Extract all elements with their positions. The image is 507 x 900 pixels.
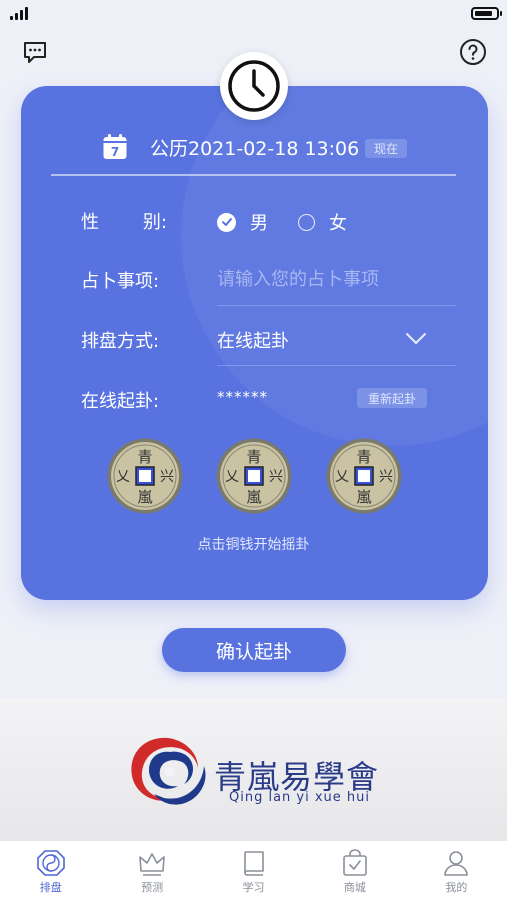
tab-shop[interactable]: 商城	[304, 841, 405, 900]
method-label: 排盘方式:	[81, 331, 160, 352]
svg-text:嵐: 嵐	[246, 488, 261, 506]
tab-label: 商城	[343, 881, 366, 894]
brand-banner[interactable]: 青嵐易學會 Qing lan yi xue hui	[0, 698, 507, 840]
user-icon	[444, 851, 469, 876]
svg-text:兴: 兴	[269, 469, 283, 485]
brand-logo-icon	[131, 737, 206, 805]
svg-text:青: 青	[356, 448, 371, 466]
now-button[interactable]: 现在	[365, 139, 407, 158]
clock-icon[interactable]	[220, 52, 288, 120]
coin-1[interactable]: 青 兴 嵐 乂	[106, 437, 184, 515]
throw-result: ******	[217, 388, 268, 406]
shopping-bag-icon	[343, 849, 367, 876]
tab-label: 学习	[242, 881, 265, 894]
checked-radio-icon	[217, 212, 236, 232]
tab-bar: 排盘 预测 学习 商城 我的	[0, 840, 507, 900]
svg-text:青: 青	[137, 448, 152, 466]
svg-text:嵐: 嵐	[137, 488, 152, 506]
date-row[interactable]: 7 公历2021-02-18 13:06	[102, 132, 359, 162]
tab-paipan[interactable]: 排盘	[0, 841, 101, 900]
matter-input[interactable]	[217, 266, 437, 292]
tab-learn[interactable]: 学习	[203, 841, 304, 900]
unchecked-radio-icon	[298, 213, 315, 231]
input-underline	[217, 305, 456, 306]
svg-text:嵐: 嵐	[356, 488, 371, 506]
coin-3[interactable]: 青 兴 嵐 乂	[325, 437, 403, 515]
tab-label: 我的	[445, 881, 468, 894]
online-label: 在线起卦:	[81, 391, 160, 412]
coin-2[interactable]: 青 兴 嵐 乂	[215, 437, 293, 515]
method-select[interactable]: 在线起卦	[217, 327, 289, 353]
tab-label: 排盘	[39, 881, 62, 894]
tab-predict[interactable]: 预测	[101, 841, 202, 900]
help-icon[interactable]	[459, 38, 487, 66]
paipan-icon	[36, 850, 65, 876]
gender-female-radio[interactable]: 女	[298, 209, 347, 235]
crown-icon	[139, 853, 165, 876]
gender-male-radio[interactable]: 男	[217, 209, 268, 235]
gender-option-label: 男	[250, 213, 268, 234]
chat-icon[interactable]	[21, 38, 49, 66]
svg-text:乂: 乂	[225, 469, 239, 485]
svg-text:兴: 兴	[160, 469, 174, 485]
coin-hint: 点击铜钱开始摇卦	[197, 537, 310, 553]
confirm-button[interactable]: 确认起卦	[162, 628, 346, 672]
svg-text:青: 青	[246, 448, 261, 466]
brand-name-en: Qing lan yi xue hui	[229, 790, 371, 805]
divider	[51, 174, 456, 176]
book-icon	[243, 851, 264, 876]
svg-text:乂: 乂	[116, 469, 130, 485]
tab-label: 预测	[141, 881, 164, 894]
gender-label: 性别:	[81, 212, 167, 233]
svg-text:乂: 乂	[335, 469, 349, 485]
svg-text:7: 7	[111, 145, 119, 159]
signal-bars-icon	[10, 6, 28, 20]
chevron-down-icon[interactable]	[405, 331, 427, 350]
battery-icon	[471, 7, 502, 20]
gender-option-label: 女	[329, 213, 347, 234]
rethrow-button[interactable]: 重新起卦	[357, 388, 427, 408]
svg-text:兴: 兴	[379, 469, 393, 485]
matter-label: 占卜事项:	[81, 271, 160, 292]
calendar-icon: 7	[103, 134, 127, 159]
date-text: 公历2021-02-18 13:06	[150, 137, 360, 160]
select-underline	[217, 365, 456, 366]
tab-me[interactable]: 我的	[406, 841, 507, 900]
